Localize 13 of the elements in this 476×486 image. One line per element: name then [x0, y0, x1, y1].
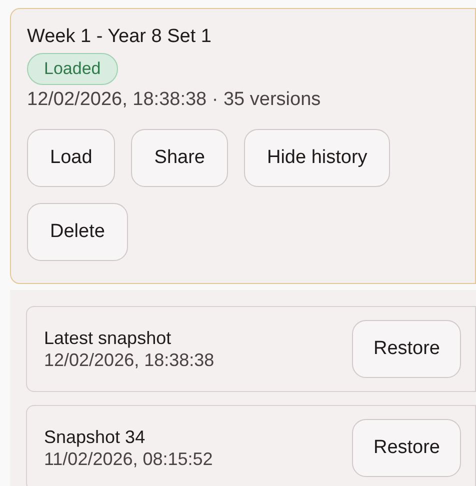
snapshot-time: 11/02/2026, 08:15:52 [44, 448, 213, 470]
snapshot-name: Snapshot 34 [44, 426, 146, 448]
action-button[interactable]: Share [131, 129, 228, 187]
snapshot-name: Latest snapshot [44, 327, 172, 349]
action-button[interactable]: Delete [27, 203, 128, 261]
snapshot-time: 12/02/2026, 18:38:38 [44, 349, 214, 371]
project-title: Week 1 - Year 8 Set 1 [27, 25, 212, 49]
status-badge: Loaded [27, 53, 118, 85]
restore-button[interactable]: Restore [352, 419, 461, 477]
action-button[interactable]: Load [27, 129, 116, 187]
action-button[interactable]: Hide history [244, 129, 390, 187]
restore-button[interactable]: Restore [352, 320, 461, 378]
project-meta: 12/02/2026, 18:38:38 · 35 versions [27, 88, 322, 112]
